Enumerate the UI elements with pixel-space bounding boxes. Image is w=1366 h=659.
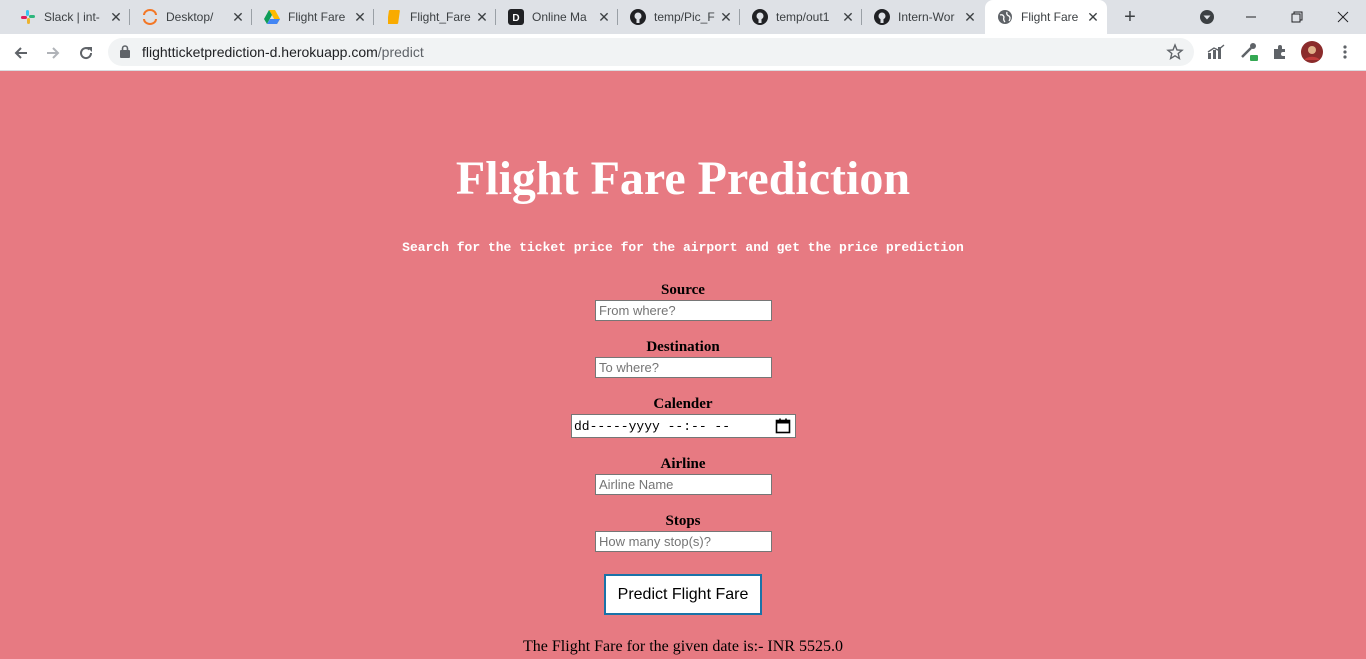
tab-flight-fare-active[interactable]: Flight Fare ✕ [985,0,1107,34]
calendar-icon[interactable] [775,418,791,438]
predict-flight-fare-button[interactable]: Predict Flight Fare [604,574,762,615]
minimize-icon [1246,16,1256,18]
close-icon[interactable]: ✕ [962,9,978,25]
tab-github-out[interactable]: temp/out1 ✕ [740,0,862,34]
jupyter-icon [142,9,158,25]
tab-online[interactable]: D Online Ma ✕ [496,0,618,34]
close-icon[interactable]: ✕ [230,9,246,25]
close-icon[interactable]: ✕ [352,9,368,25]
prediction-result: The Flight Fare for the given date is:- … [523,638,843,655]
address-bar[interactable]: flightticketprediction-d.herokuapp.com/p… [108,38,1194,66]
tab-github-intern[interactable]: Intern-Wor ✕ [862,0,984,34]
restore-icon [1291,11,1303,23]
close-icon [1337,11,1349,23]
page-content: Flight Fare Prediction Search for the ti… [0,71,1366,659]
github-icon [752,9,768,25]
tab-title: Slack | int- [44,10,100,24]
datetime-input[interactable]: dd-----yyyy --:-- -- [571,414,796,438]
source-label: Source [661,282,705,298]
tab-search-icon[interactable] [1198,8,1216,26]
tab-title: Online Ma [532,10,587,24]
window-close-button[interactable] [1320,0,1366,34]
d-logo-icon: D [508,9,524,25]
tab-title: Desktop/ [166,10,214,24]
analytics-extension-icon[interactable] [1205,41,1227,63]
arrow-right-icon [47,47,60,59]
airline-input[interactable] [595,474,772,495]
github-icon [874,9,890,25]
tab-title: Flight Fare [1021,10,1079,24]
tab-google-drive[interactable]: Flight Fare ✕ [252,0,374,34]
restore-button[interactable] [1274,0,1320,34]
url-path: /predict [377,44,424,60]
tab-jupyter[interactable]: Desktop/ ✕ [130,0,252,34]
new-tab-button[interactable]: + [1118,5,1142,29]
tab-title: Intern-Wor [898,10,955,24]
url-host: flightticketprediction-d.herokuapp.com [142,44,378,60]
reload-icon [80,47,93,60]
browser-menu-icon[interactable] [1334,41,1356,63]
source-input[interactable] [595,300,772,321]
stops-label: Stops [665,513,701,529]
tab-strip: Slack | int- ✕ Desktop/ ✕ Flight Fare ✕ … [0,0,1366,34]
slack-icon [20,9,36,25]
google-drive-icon [264,9,280,25]
close-icon[interactable]: ✕ [1085,9,1101,25]
tab-title: Flight Fare [288,10,346,24]
page-subtitle: Search for the ticket price for the airp… [402,240,964,255]
tab-title: temp/Pic_F [654,10,715,24]
destination-input[interactable] [595,357,772,378]
eyedropper-extension-icon[interactable] [1238,41,1260,63]
arrow-left-icon [14,47,27,59]
forward-button[interactable] [40,40,66,66]
tab-title: Flight_Fare [410,10,471,24]
globe-icon [997,9,1013,25]
stops-input[interactable] [595,531,772,552]
profile-avatar[interactable] [1301,41,1323,63]
browser-toolbar: flightticketprediction-d.herokuapp.com/p… [0,34,1366,71]
airline-label: Airline [660,456,706,472]
notebook-icon [386,9,402,25]
close-icon[interactable]: ✕ [596,9,612,25]
close-icon[interactable]: ✕ [108,9,124,25]
destination-label: Destination [646,339,720,355]
close-icon[interactable]: ✕ [718,9,734,25]
tab-github-pic[interactable]: temp/Pic_F ✕ [618,0,740,34]
minimize-button[interactable] [1228,0,1274,34]
calendar-label: Calender [653,396,713,412]
tab-notebook[interactable]: Flight_Fare ✕ [374,0,496,34]
datetime-value: dd-----yyyy --:-- -- [574,419,731,434]
lock-icon[interactable] [120,45,130,63]
tab-slack[interactable]: Slack | int- ✕ [0,0,130,34]
tab-title: temp/out1 [776,10,830,24]
close-icon[interactable]: ✕ [840,9,856,25]
close-icon[interactable]: ✕ [474,9,490,25]
back-button[interactable] [8,40,34,66]
svg-text:D: D [512,13,519,24]
bookmark-star-icon[interactable] [1166,43,1184,66]
url-text[interactable]: flightticketprediction-d.herokuapp.com/p… [142,44,424,60]
puzzle-extensions-icon[interactable] [1269,41,1291,63]
page-title: Flight Fare Prediction [455,152,911,205]
github-icon [630,9,646,25]
reload-button[interactable] [73,40,99,66]
